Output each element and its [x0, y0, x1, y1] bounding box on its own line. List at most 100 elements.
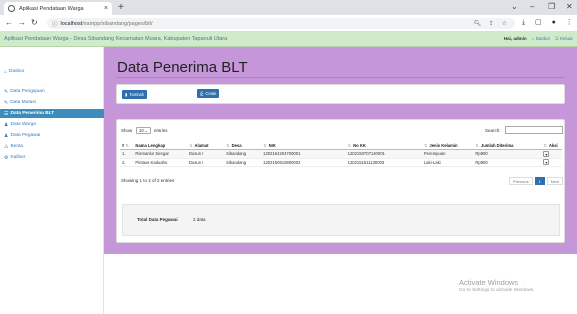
- omnibox-icons[interactable]: 🔍︎ ⇪ ☆: [474, 20, 510, 27]
- url-host: localhost: [60, 20, 83, 27]
- tab-title: Aplikasi Pendataan Warga: [19, 5, 84, 12]
- toolbar-icons[interactable]: ⤓ ▢ ● ⋮: [522, 18, 577, 27]
- pagination-next[interactable]: Next: [546, 177, 564, 185]
- page-title: Data Penerima BLT: [117, 59, 248, 76]
- cell-no: 2.: [120, 158, 134, 167]
- forward-icon[interactable]: →: [18, 18, 26, 27]
- watermark-subtitle: Go to Settings to activate Windows.: [459, 288, 535, 293]
- print-button-label: Cetak: [205, 91, 217, 96]
- sidebar-item-data-pengajuan[interactable]: ✎ Data Pengajuan: [0, 87, 104, 96]
- table-row: 1. Rismanlur Siregar Dusun I Sibandang 1…: [120, 149, 562, 159]
- cell-jenis-kelamin: Laki-Laki: [421, 158, 474, 167]
- summary-value: 2 data: [193, 217, 206, 222]
- home-icon: ⌂: [531, 36, 535, 41]
- search-input[interactable]: [505, 126, 563, 134]
- sidebar-item-kaliber[interactable]: ⚙ Kaliber: [0, 153, 104, 162]
- browser-tab-bar: Aplikasi Pendataan Warga × + ⌄ – ❐ ✕: [0, 0, 577, 15]
- col-header-no[interactable]: # ⇅: [120, 141, 134, 150]
- cell-alamat: Dusun I: [186, 149, 225, 159]
- app-header: Aplikasi Pendataan Warga - Desa Sibandan…: [0, 32, 577, 47]
- action-dropdown-button[interactable]: ▾: [543, 159, 550, 166]
- print-button[interactable]: ⎙ Cetak: [197, 89, 220, 98]
- cell-nokk: 1202150707140001: [345, 149, 422, 159]
- cell-nik: 1202150610880002: [261, 158, 346, 167]
- news-icon: ⚠: [4, 143, 9, 150]
- entries-value: 10: [139, 128, 144, 133]
- back-icon[interactable]: ←: [5, 18, 13, 27]
- search-label: Search:: [485, 128, 501, 133]
- action-dropdown-button[interactable]: ▾: [543, 150, 550, 157]
- summary-panel: Total Data Pegawai 2 data: [122, 204, 560, 236]
- title-divider: [116, 77, 565, 78]
- user-edit-icon: ✎: [4, 88, 9, 95]
- cell-no: 1.: [120, 149, 134, 159]
- maximize-button[interactable]: ❐: [548, 2, 555, 11]
- sidebar-item-data-pegawai[interactable]: ♟ Data Pegawai: [0, 131, 104, 140]
- sidebar-item-berita[interactable]: ⚠ Berita: [0, 142, 104, 151]
- browser-tab[interactable]: Aplikasi Pendataan Warga ×: [4, 2, 112, 15]
- header-right: Hai, admin ⌂ Dasbor ⎋ Keluar: [504, 36, 573, 41]
- col-header-nama[interactable]: Nama Lengkap: [133, 141, 187, 150]
- chevron-down-icon: ⌄: [144, 128, 148, 133]
- table-panel: Show 10 ⌄ entries Search: # ⇅ Nama Lengk…: [116, 119, 565, 243]
- url-field[interactable]: ⓘ localhost /xampp/sibandang/pages/blt/ …: [47, 18, 515, 29]
- add-button[interactable]: ▮ Tambah: [122, 90, 148, 99]
- gear-icon: ⚙: [4, 154, 9, 161]
- cell-nama: Rismanlur Siregar: [133, 149, 187, 159]
- pagination-previous[interactable]: Previous: [509, 177, 533, 185]
- sidebar-item-label: Berita: [10, 144, 24, 149]
- sidebar-item-data-mutasi[interactable]: ✎ Data Mutasi: [0, 98, 104, 107]
- sidebar-item-data-penerima-blt[interactable]: ☰ Data Penerima BLT: [0, 109, 104, 118]
- tab-close-icon[interactable]: ×: [104, 5, 108, 12]
- activation-watermark: Activate Windows Go to Settings to activ…: [459, 278, 535, 293]
- header-dashboard-link[interactable]: ⌂ Dasbor: [532, 36, 551, 41]
- pagination: Previous 1 Next: [509, 177, 564, 185]
- cell-jenis-kelamin: Perempuan: [421, 149, 474, 159]
- sidebar-item-label: Data Mutasi: [10, 100, 36, 105]
- entries-select[interactable]: 10 ⌄: [136, 127, 151, 134]
- list-icon: ☰: [4, 110, 9, 117]
- sidebar-item-dasbor[interactable]: ⌂ Dasbor: [0, 67, 104, 76]
- col-header-nik[interactable]: ⇅ NIK: [261, 141, 346, 150]
- pagination-page-1[interactable]: 1: [534, 177, 545, 185]
- cell-nik: 1202154204700001: [261, 149, 346, 159]
- logout-link[interactable]: ⎋ Keluar: [555, 36, 573, 41]
- col-header-aksi[interactable]: ⇅ Aksi: [541, 141, 562, 150]
- sidebar-item-data-warga[interactable]: ♟ Data Warga: [0, 120, 104, 129]
- add-button-label: Tambah: [129, 92, 145, 97]
- minimize-button[interactable]: –: [530, 2, 534, 11]
- col-header-jumlah[interactable]: ⇅ Jumlah Diterima: [473, 141, 542, 150]
- cell-nama: Pintaus Kaduaho: [133, 158, 187, 167]
- users-icon: ♟: [4, 121, 9, 128]
- main-content: Data Penerima BLT ▮ Tambah ⎙ Cetak Show …: [104, 47, 577, 254]
- app-brand[interactable]: Aplikasi Pendataan Warga - Desa Sibandan…: [4, 36, 227, 42]
- sidebar-item-label: Kaliber: [10, 155, 26, 160]
- col-header-desa[interactable]: ⇅ Desa: [224, 141, 262, 150]
- close-window-button[interactable]: ✕: [566, 2, 573, 11]
- watermark-title: Activate Windows: [459, 278, 519, 287]
- cell-jumlah: Rp900: [473, 149, 542, 159]
- user-move-icon: ✎: [4, 99, 9, 106]
- info-icon[interactable]: ⓘ: [52, 20, 58, 28]
- col-header-nokk[interactable]: ⇅ No KK: [345, 141, 422, 150]
- table-info: Showing 1 to 2 of 2 entries: [121, 178, 175, 183]
- sidebar: ⌂ Dasbor ✎ Data Pengajuan ✎ Data Mutasi …: [0, 47, 104, 314]
- col-header-jenis-kelamin[interactable]: ⇅ Jenis Kelamin: [421, 141, 474, 150]
- sidebar-item-label: Data Pegawai: [10, 133, 41, 138]
- cell-desa: Sibandang: [224, 149, 262, 159]
- summary-label: Total Data Pegawai: [137, 217, 178, 222]
- table-row: 2. Pintaus Kaduaho Dusun I Sibandang 120…: [120, 158, 562, 167]
- user-greeting: Hai, admin: [503, 36, 527, 41]
- sidebar-item-label: Data Pengajuan: [10, 89, 45, 94]
- cell-jumlah: Rp900: [473, 158, 542, 167]
- home-icon: ⌂: [4, 68, 8, 75]
- tab-search-icon[interactable]: ⌄: [511, 2, 518, 11]
- show-label: Show: [121, 128, 133, 133]
- new-tab-button[interactable]: +: [118, 2, 124, 13]
- reload-icon[interactable]: ↻: [31, 18, 38, 27]
- cell-aksi: ▾: [541, 149, 562, 159]
- add-icon: ▮: [125, 92, 128, 97]
- cell-nokk: 1202151611130003: [345, 158, 422, 167]
- sidebar-item-label: Data Penerima BLT: [10, 111, 55, 116]
- col-header-alamat[interactable]: ⇅ Alamat: [186, 141, 225, 150]
